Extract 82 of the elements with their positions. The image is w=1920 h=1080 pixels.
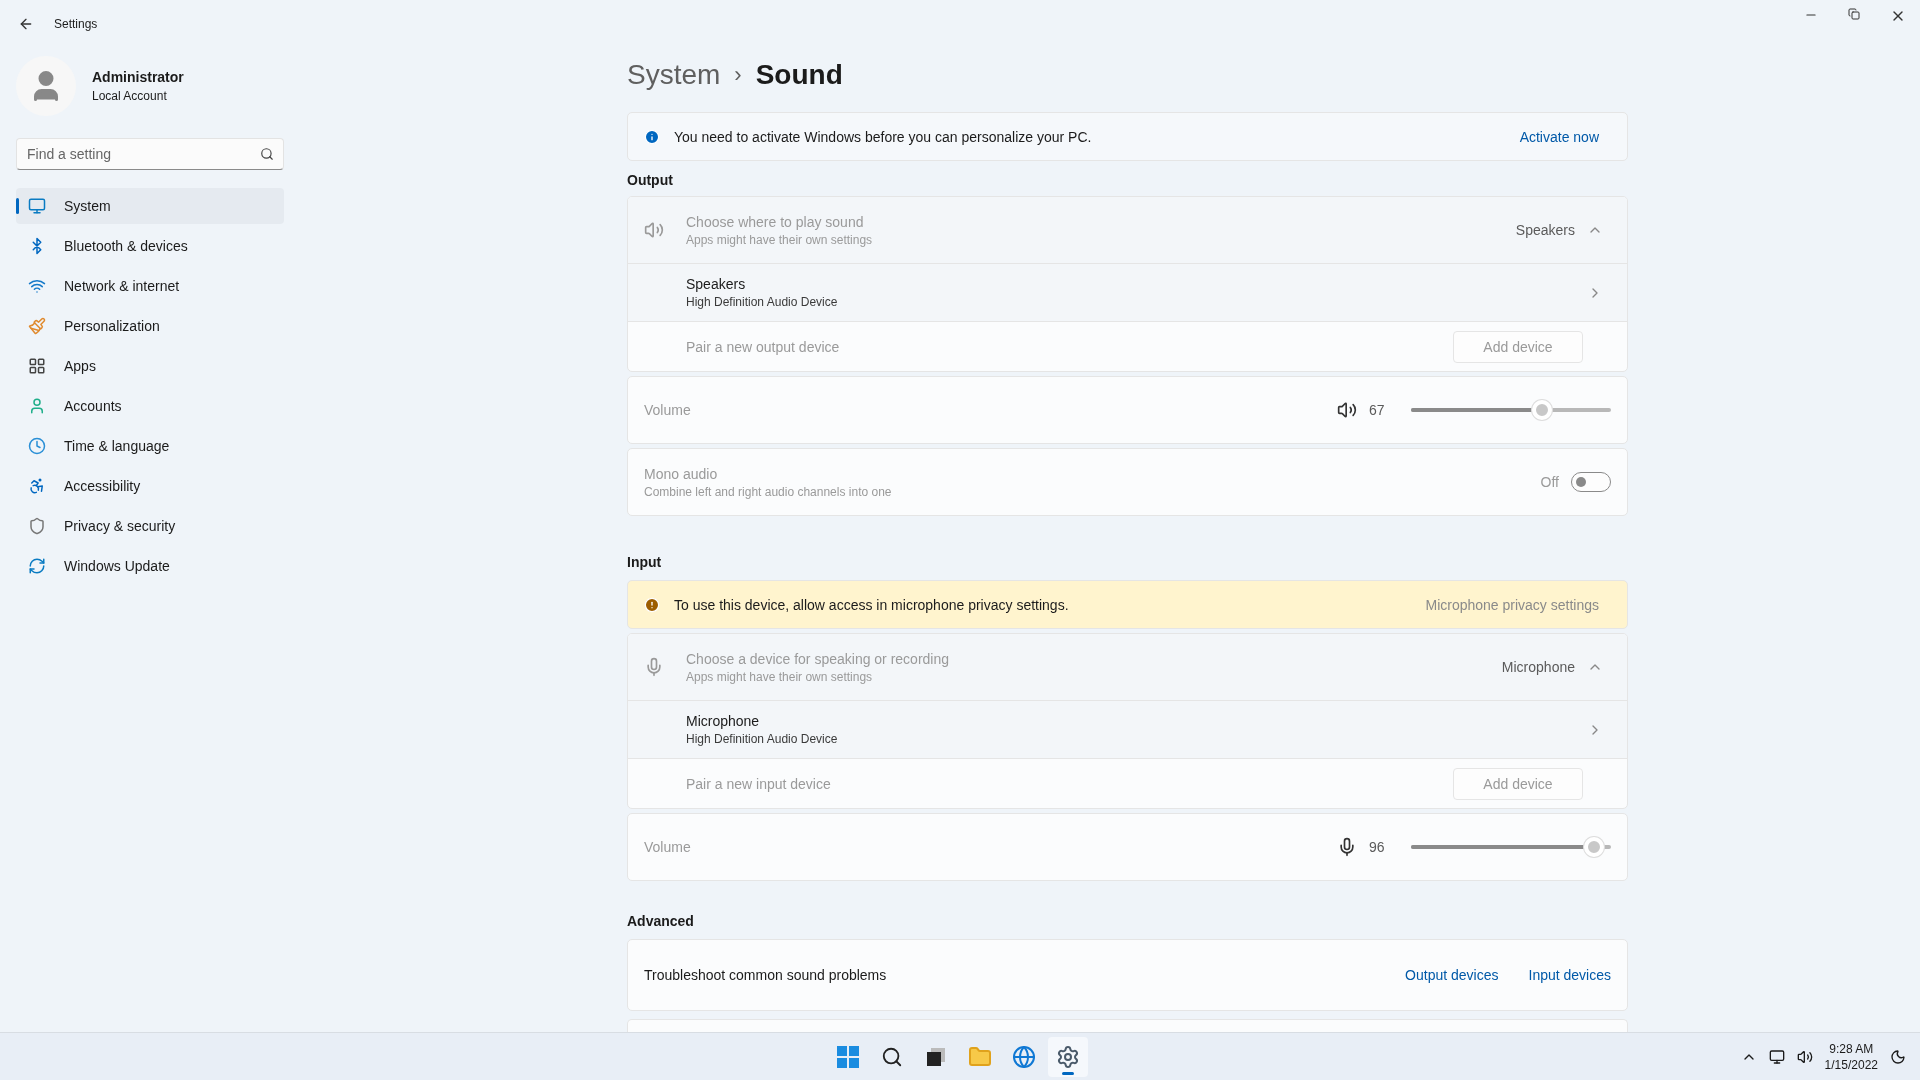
clock-icon <box>28 437 46 455</box>
section-heading: Input <box>627 554 663 570</box>
section-heading: Output <box>627 172 674 188</box>
troubleshoot-label: Troubleshoot common sound problems <box>644 967 888 983</box>
search-field[interactable]: Find a setting <box>16 138 284 170</box>
sidebar-item[interactable]: Bluetooth & devices <box>16 228 284 264</box>
volume-slider[interactable] <box>1411 837 1611 857</box>
user-name: Administrator <box>92 69 184 85</box>
clock-date: 1/15/2022 <box>1824 1057 1878 1072</box>
slider-thumb[interactable] <box>1583 837 1604 857</box>
volume-label: Volume <box>644 402 692 418</box>
breadcrumb-separator: › <box>734 62 742 88</box>
sidebar-item[interactable]: Windows Update <box>16 548 284 584</box>
settings-icon <box>1056 1044 1080 1069</box>
microphone-icon <box>1337 837 1357 857</box>
device-row[interactable]: Speakers High Definition Audio Device <box>628 263 1627 321</box>
speaker-icon <box>1337 400 1357 420</box>
volume-reading: 67 <box>1369 402 1386 418</box>
shield-icon <box>28 517 46 535</box>
microphone-icon <box>644 657 664 677</box>
wifi-icon <box>28 277 46 295</box>
device-value: Speakers <box>1515 222 1575 238</box>
volume-slider[interactable] <box>1411 400 1611 420</box>
folder-icon <box>968 1044 992 1069</box>
troubleshoot-link[interactable]: Input devices <box>1528 967 1611 983</box>
device-description: High Definition Audio Device <box>686 732 839 746</box>
picker-subtitle: Apps might have their own settings <box>686 669 874 684</box>
sidebar-item[interactable]: System <box>16 188 284 224</box>
speaker-icon <box>1796 1048 1813 1065</box>
pair-label: Pair a new input device <box>686 775 832 792</box>
device-row[interactable]: Microphone High Definition Audio Device <box>628 700 1627 758</box>
section-heading: Advanced <box>627 913 695 929</box>
device-name: Speakers <box>686 276 747 292</box>
network-icon <box>1768 1048 1785 1065</box>
person-icon <box>28 397 46 415</box>
setting-subtitle: Combine left and right audio channels into one <box>644 484 893 499</box>
sidebar-item[interactable]: Personalization <box>16 308 284 344</box>
device-description: High Definition Audio Device <box>686 295 839 309</box>
sidebar-item[interactable]: Privacy & security <box>16 508 284 544</box>
device-name: Microphone <box>686 713 761 729</box>
speaker-icon <box>644 220 664 240</box>
sidebar-item[interactable]: Accounts <box>16 388 284 424</box>
notification-icon <box>1890 1048 1906 1065</box>
toggle-switch[interactable] <box>1571 472 1611 492</box>
apps-grid-icon <box>28 357 46 375</box>
accessibility-icon <box>28 477 46 495</box>
warning-icon <box>644 596 660 613</box>
restore-icon <box>1848 8 1860 20</box>
task-view-icon <box>925 1045 947 1068</box>
sidebar-item[interactable]: Network & internet <box>16 268 284 304</box>
banner-message: To use this device, allow access in microphone privacy settings. <box>674 596 1070 613</box>
info-icon <box>644 128 660 145</box>
window-title: Settings <box>54 17 98 31</box>
banner-message: You need to activate Windows before you can personalize your PC. <box>674 128 1093 145</box>
toggle-state: Off <box>1540 474 1559 490</box>
back-button[interactable] <box>18 16 34 32</box>
breadcrumb-parent[interactable]: System <box>627 59 721 91</box>
search-icon <box>260 147 274 161</box>
page-title: Sound <box>755 59 843 91</box>
activate-link[interactable]: Activate now <box>1519 128 1599 145</box>
refresh-icon <box>28 557 46 575</box>
troubleshoot-link[interactable]: Output devices <box>1405 967 1499 983</box>
device-value: Microphone <box>1501 659 1575 675</box>
sidebar-item[interactable]: Accessibility <box>16 468 284 504</box>
picker-title: Choose where to play sound <box>686 213 865 230</box>
sidebar-item[interactable]: Apps <box>16 348 284 384</box>
monitor-icon <box>28 197 46 215</box>
picker-title: Choose a device for speaking or recording <box>686 650 951 667</box>
search-icon <box>881 1045 903 1068</box>
volume-reading: 96 <box>1369 839 1386 855</box>
paintbrush-icon <box>28 317 46 335</box>
volume-label: Volume <box>644 839 692 855</box>
pair-label: Pair a new output device <box>686 338 841 355</box>
picker-subtitle: Apps might have their own settings <box>686 232 874 247</box>
setting-title: Mono audio <box>644 465 719 482</box>
windows-logo-icon <box>837 1045 859 1068</box>
slider-thumb[interactable] <box>1531 400 1552 420</box>
browser-icon <box>1012 1044 1036 1069</box>
sidebar-item[interactable]: Time & language <box>16 428 284 464</box>
clock-time: 9:28 AM <box>1829 1041 1874 1056</box>
taskbar-app[interactable] <box>1048 1036 1088 1077</box>
account-type: Local Account <box>92 89 168 103</box>
